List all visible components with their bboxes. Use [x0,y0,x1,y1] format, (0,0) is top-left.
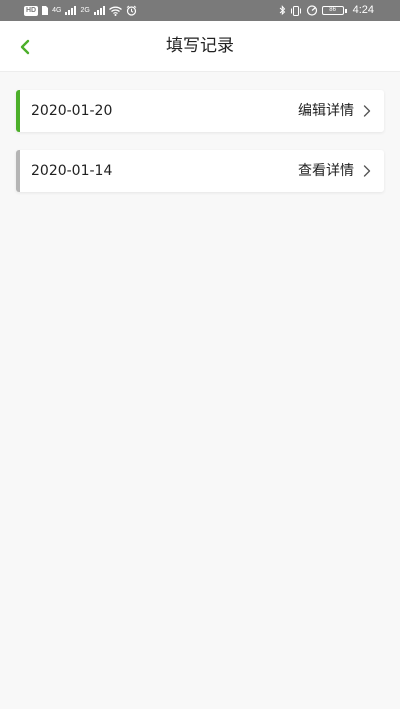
status-time: 4:24 [352,4,374,16]
network-type-2: 2G [80,6,90,14]
battery-level: 86 [321,6,344,15]
view-details-link[interactable]: 查看详情 [298,150,354,192]
record-date: 2020-01-20 [31,103,113,119]
status-right-icons: 86 4:24 [279,4,374,17]
record-card-2020-01-14[interactable]: 2020-01-14 查看详情 [16,150,384,192]
bluetooth-icon [279,5,285,16]
data-saver-icon [306,5,317,16]
record-card-2020-01-20[interactable]: 2020-01-20 编辑详情 [16,90,384,132]
record-list: 2020-01-20 编辑详情 2020-01-14 查看详情 [16,90,384,210]
record-date: 2020-01-14 [31,163,113,179]
vibrate-icon [290,5,301,16]
network-type-1: 4G [52,6,62,14]
battery-icon: 86 [321,6,347,15]
status-bar: HD 4G 2G 86 4:24 [0,0,400,21]
app-header: 填写记录 [0,21,400,72]
signal-icon-2 [93,6,105,15]
card-accent-bar [16,150,20,192]
signal-icon [65,6,77,15]
sim-icon [42,6,49,15]
page-title: 填写记录 [166,36,234,56]
chevron-right-icon [363,105,371,117]
wifi-icon [108,6,122,16]
hd-badge: HD [24,5,39,16]
status-left-icons: HD 4G 2G [24,4,137,17]
alarm-icon [126,5,137,16]
edit-details-link[interactable]: 编辑详情 [298,90,354,132]
card-accent-bar [16,90,20,132]
chevron-right-icon [363,165,371,177]
